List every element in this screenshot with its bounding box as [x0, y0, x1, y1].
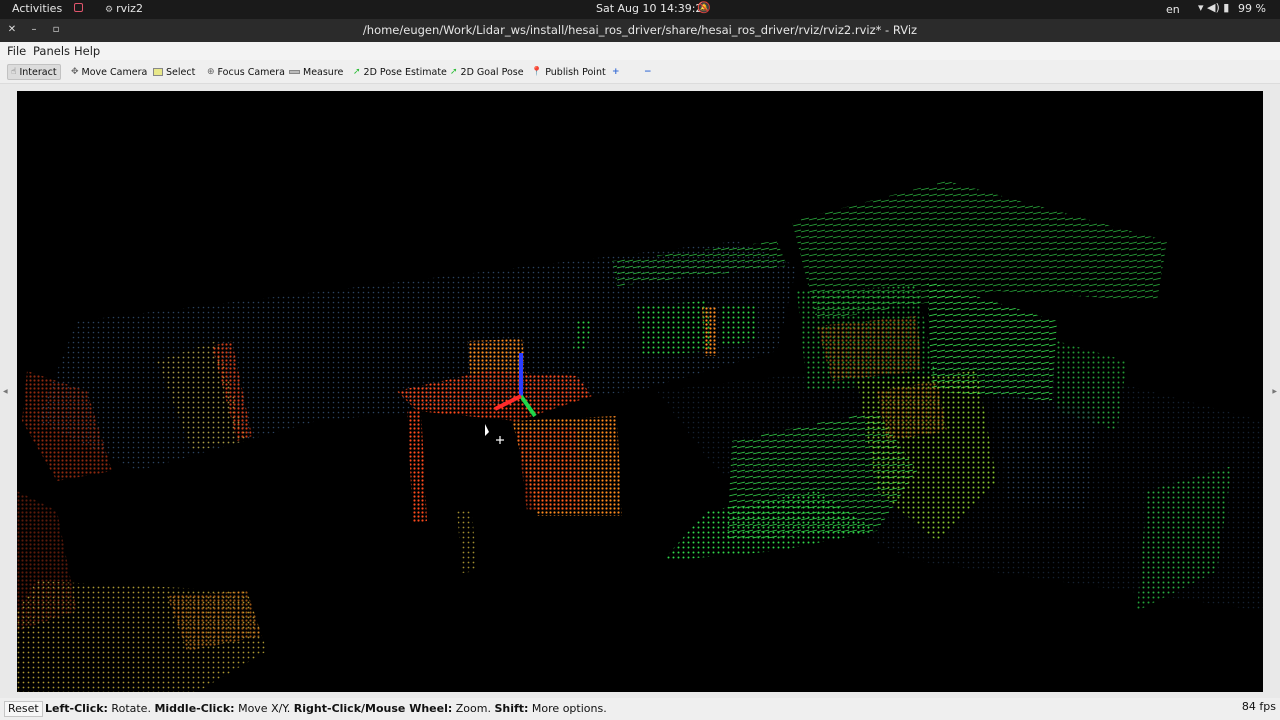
- system-top-bar: Activities ⚙ rviz2 Sat Aug 10 14:39:28 🔕 …: [0, 0, 1280, 19]
- tool-2d-pose-estimate[interactable]: ➚ 2D Pose Estimate: [350, 64, 450, 80]
- tool-move-camera[interactable]: ✥ Move Camera: [68, 64, 150, 80]
- plus-icon: +: [612, 67, 620, 77]
- clock[interactable]: Sat Aug 10 14:39:28: [596, 2, 709, 15]
- system-status-icons[interactable]: ▾ ◀) ▮: [1198, 1, 1229, 14]
- add-tool-button[interactable]: +: [609, 64, 623, 80]
- focus-camera-icon: ⊕: [207, 67, 215, 77]
- point-cloud-render: [17, 181, 1263, 692]
- menu-bar: File Panels Help: [0, 42, 1280, 60]
- app-name: rviz2: [116, 2, 143, 15]
- point-cluster-vehicle: [877, 381, 947, 441]
- minus-icon: −: [644, 67, 652, 77]
- hint-right-value: Zoom.: [452, 702, 495, 715]
- menu-panels[interactable]: Panels: [33, 44, 70, 58]
- tool-measure[interactable]: Measure: [286, 64, 346, 80]
- hint-left-key: Left-Click:: [45, 702, 108, 715]
- menu-file[interactable]: File: [7, 44, 26, 58]
- tool-select[interactable]: Select: [150, 64, 198, 80]
- app-icon: ⚙: [105, 5, 114, 15]
- 3d-render-viewport[interactable]: [17, 91, 1263, 692]
- point-cluster-green: [637, 301, 712, 356]
- goal-pose-arrow-icon: ➚: [450, 67, 458, 77]
- remove-tool-button[interactable]: −: [641, 64, 655, 80]
- pose-estimate-arrow-icon: ➚: [353, 67, 361, 77]
- hint-middle-key: Middle-Click:: [154, 702, 235, 715]
- collapse-left-icon[interactable]: ◀: [3, 388, 8, 395]
- hint-right-key: Right-Click/Mouse Wheel:: [293, 702, 453, 715]
- menu-help[interactable]: Help: [74, 44, 100, 58]
- tool-interact[interactable]: ☝ Interact: [7, 64, 61, 80]
- hint-shift-value: More options.: [528, 702, 607, 715]
- fps-counter: 84 fps: [1241, 700, 1276, 713]
- point-cluster-far-right: [997, 391, 1097, 511]
- app-menu[interactable]: ⚙ rviz2: [105, 2, 143, 15]
- tool-select-label: Select: [166, 66, 196, 78]
- point-cluster-building: [817, 316, 922, 381]
- wifi-icon: ▾: [1198, 1, 1204, 14]
- tool-2d-goal-pose-label: 2D Goal Pose: [460, 66, 524, 78]
- tool-focus-camera-label: Focus Camera: [217, 66, 285, 78]
- hint-left-value: Rotate.: [107, 702, 155, 715]
- tools-toolbar: ☝ Interact ✥ Move Camera Select ⊕ Focus Cam…: [0, 60, 1280, 84]
- hint-shift-key: Shift:: [494, 702, 529, 715]
- tool-publish-point-label: Publish Point: [545, 66, 606, 78]
- window-title: /home/eugen/Work/Lidar_ws/install/hesai_…: [362, 23, 918, 37]
- activities-button[interactable]: Activities: [12, 2, 62, 15]
- window-title-bar: ✕ – ▫ /home/eugen/Work/Lidar_ws/install/…: [0, 19, 1280, 42]
- tool-measure-label: Measure: [303, 66, 344, 78]
- reset-button[interactable]: Reset: [4, 701, 43, 717]
- tool-2d-goal-pose[interactable]: ➚ 2D Goal Pose: [447, 64, 527, 80]
- point-cluster-center: [457, 511, 477, 573]
- tool-2d-pose-estimate-label: 2D Pose Estimate: [363, 66, 447, 78]
- move-camera-icon: ✥: [71, 67, 79, 77]
- point-cluster-center: [517, 426, 582, 511]
- tool-move-camera-label: Move Camera: [81, 66, 148, 78]
- screen-record-icon[interactable]: [74, 3, 83, 12]
- volume-icon: ◀): [1207, 1, 1220, 14]
- collapse-right-icon[interactable]: ▶: [1272, 388, 1277, 395]
- battery-percent: 99 %: [1238, 2, 1266, 15]
- status-bar: Reset Left-Click: Rotate. Middle-Click: …: [0, 698, 1280, 720]
- select-icon: [153, 68, 163, 76]
- view-controls-hint: Left-Click: Rotate. Middle-Click: Move X…: [45, 702, 607, 715]
- hint-middle-value: Move X/Y.: [234, 702, 294, 715]
- point-cluster-green: [722, 306, 757, 346]
- tool-publish-point[interactable]: 📍 Publish Point: [528, 64, 609, 80]
- ruler-icon: [289, 70, 300, 74]
- notification-bell-icon[interactable]: 🔕: [697, 1, 711, 14]
- map-pin-icon: 📍: [531, 67, 543, 77]
- battery-icon: ▮: [1223, 1, 1230, 14]
- hand-icon: ☝: [11, 67, 17, 77]
- tool-focus-camera[interactable]: ⊕ Focus Camera: [204, 64, 288, 80]
- input-language[interactable]: en: [1166, 3, 1180, 16]
- tool-interact-label: Interact: [19, 66, 57, 78]
- point-cluster-center: [407, 409, 427, 523]
- mouse-cursor-icon: [485, 424, 504, 444]
